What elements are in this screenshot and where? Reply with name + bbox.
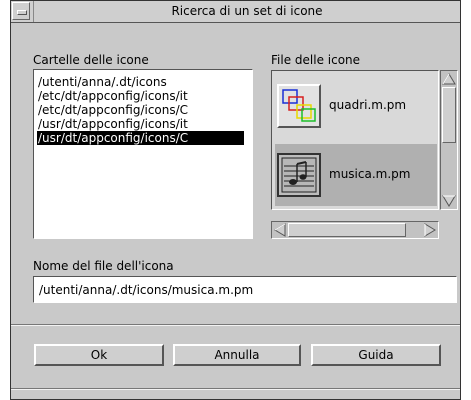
colored-squares-icon xyxy=(277,84,321,128)
cancel-button[interactable]: Annulla xyxy=(173,344,301,366)
horizontal-scroll-thumb[interactable] xyxy=(288,223,406,237)
folder-item[interactable]: /usr/dt/appconfig/icons/it xyxy=(37,117,252,131)
icon-filename-field[interactable] xyxy=(33,276,457,303)
separator xyxy=(11,388,460,390)
folder-item[interactable]: /etc/dt/appconfig/icons/C xyxy=(37,103,252,117)
file-item-musica[interactable]: musica.m.pm xyxy=(275,144,437,206)
folders-label: Cartelle delle icone xyxy=(33,53,149,67)
scroll-right-arrow-icon[interactable] xyxy=(423,223,437,237)
vertical-scroll-thumb[interactable] xyxy=(442,87,456,143)
title-bar[interactable]: Ricerca di un set di icone xyxy=(11,1,460,23)
folder-item[interactable]: /utenti/anna/.dt/icons xyxy=(37,75,252,89)
file-icon-list[interactable]: quadri.m.pm musica.m.pm xyxy=(271,70,439,210)
scroll-up-arrow-icon[interactable] xyxy=(442,72,456,86)
files-label: File delle icone xyxy=(271,53,361,67)
folder-list[interactable]: /utenti/anna/.dt/icons /etc/dt/appconfig… xyxy=(33,69,253,239)
file-name: musica.m.pm xyxy=(329,167,411,181)
file-name: quadri.m.pm xyxy=(329,98,407,112)
folder-item[interactable]: /etc/dt/appconfig/icons/it xyxy=(37,89,252,103)
scroll-left-arrow-icon[interactable] xyxy=(273,223,287,237)
icon-set-dialog: Ricerca di un set di icone Cartelle dell… xyxy=(10,0,461,400)
separator xyxy=(11,324,460,326)
window-menu-icon[interactable] xyxy=(12,2,30,20)
window-title: Ricerca di un set di icone xyxy=(33,1,460,22)
horizontal-scrollbar[interactable] xyxy=(271,221,439,239)
folder-item-selected[interactable]: /usr/dt/appconfig/icons/C xyxy=(37,131,244,145)
help-button[interactable]: Guida xyxy=(311,344,441,366)
music-sheet-icon xyxy=(277,153,321,197)
vertical-scrollbar[interactable] xyxy=(440,70,458,210)
file-item-quadri[interactable]: quadri.m.pm xyxy=(275,75,437,137)
ok-button[interactable]: Ok xyxy=(34,344,164,366)
filename-label: Nome del file dell'icona xyxy=(33,259,174,273)
scroll-down-arrow-icon[interactable] xyxy=(442,194,456,208)
